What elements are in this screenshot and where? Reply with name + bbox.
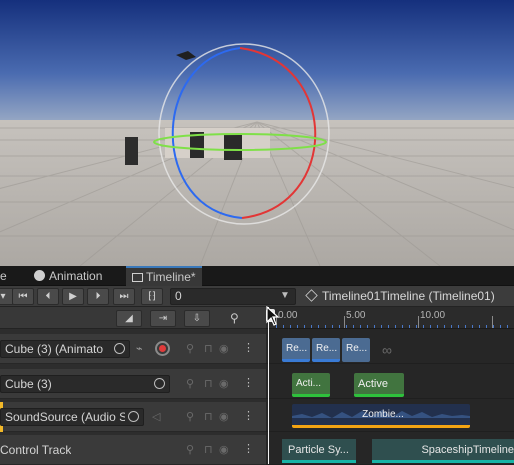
track-binding-field[interactable]: Cube (3) xyxy=(0,375,170,393)
control-clip[interactable]: Particle Sy... xyxy=(282,439,356,463)
scene-view[interactable] xyxy=(0,0,514,266)
track-name: SoundSource (Audio S xyxy=(5,410,125,424)
range-icon[interactable]: ⁅⁆ xyxy=(141,288,163,305)
clip-label: Re... xyxy=(316,343,338,354)
clip-label: Particle Sy... xyxy=(288,444,349,456)
scene-render xyxy=(0,0,514,266)
ripple-icon[interactable]: ⇩ xyxy=(184,310,210,327)
lock-icon[interactable]: ⊓ xyxy=(204,377,213,390)
mute-icon[interactable]: ◁ xyxy=(152,410,160,423)
audio-clip[interactable]: Zombie... xyxy=(292,404,470,428)
ruler-minor-ticks xyxy=(276,325,514,328)
eye-icon[interactable]: ◉ xyxy=(219,377,229,390)
object-picker-icon[interactable] xyxy=(154,378,165,389)
track-header-control[interactable]: Control Track ⚲ ⊓ ◉ ⋮ xyxy=(0,435,266,465)
track-name: Cube (3) (Animato xyxy=(5,342,104,356)
record-button[interactable] xyxy=(155,341,170,356)
more-icon[interactable]: ⋮ xyxy=(243,376,254,389)
clip-label: Acti... xyxy=(296,378,322,389)
asset-label: Timeline01Timeline (Timeline01) xyxy=(322,289,495,303)
clip-label: SpaceshipTimeline xyxy=(421,444,514,456)
object-picker-icon[interactable] xyxy=(128,411,139,422)
animation-clip[interactable]: Re... xyxy=(312,338,340,362)
tab-label: e xyxy=(0,269,7,283)
frame-value: 0 xyxy=(175,289,182,303)
pin-icon[interactable]: ⚲ xyxy=(186,410,194,423)
clip-label: Active xyxy=(358,378,388,390)
activation-clip[interactable]: Active xyxy=(354,373,404,397)
more-icon[interactable]: ⋮ xyxy=(243,409,254,422)
track-options-bar: ◢ ⇥ ⇩ ⚲ xyxy=(0,307,266,329)
timeline-asset-selector[interactable]: Timeline01Timeline (Timeline01) xyxy=(305,288,495,305)
eye-icon[interactable]: ◉ xyxy=(219,443,229,456)
tab-scene[interactable]: e xyxy=(0,266,7,286)
eye-icon[interactable]: ◉ xyxy=(219,342,229,355)
play-icon[interactable]: ▶ xyxy=(62,288,84,305)
clip-area[interactable]: Re... Re... Re... ∞ Acti... Active Zombi… xyxy=(266,329,514,465)
tab-label: Animation xyxy=(49,269,103,283)
track-binding-field[interactable]: SoundSource (Audio S xyxy=(0,408,144,426)
curves-icon[interactable]: ⌁ xyxy=(136,342,143,355)
frame-field[interactable]: 0 xyxy=(170,288,296,305)
eye-icon[interactable]: ◉ xyxy=(219,410,229,423)
tab-label: Timeline* xyxy=(146,270,196,284)
clip-label: Re... xyxy=(286,343,308,354)
ruler-label: 10.00 xyxy=(420,310,446,321)
first-frame-icon[interactable]: ⏮ xyxy=(12,288,34,305)
pin-icon[interactable]: ⚲ xyxy=(186,443,194,456)
track-name: Cube (3) xyxy=(5,377,52,391)
playhead-line[interactable] xyxy=(268,307,269,464)
editor-tab-bar: e Animation Timeline* xyxy=(0,266,514,286)
timeline-toolbar: ▾ ⏮ ⏴ ▶ ⏵ ⏭ ⁅⁆ 0 ▼ Timeline01Timeline (T… xyxy=(0,286,514,307)
track-row: Zombie... xyxy=(266,402,514,432)
chevron-down-icon[interactable]: ▼ xyxy=(280,290,290,301)
pin-icon[interactable]: ⚲ xyxy=(186,377,194,390)
clip-label: Re... xyxy=(346,343,368,354)
track-row: Particle Sy... SpaceshipTimeline xyxy=(266,435,514,465)
track-header-animation[interactable]: Cube (3) (Animato ⌁ ⚲ ⊓ ◉ ⋮ xyxy=(0,334,266,364)
infinite-icon: ∞ xyxy=(382,342,392,358)
pin-icon[interactable]: ⚲ xyxy=(186,342,194,355)
film-icon xyxy=(132,273,143,282)
ruler-label: 5.00 xyxy=(346,310,366,321)
next-frame-icon[interactable]: ⏵ xyxy=(87,288,109,305)
animation-clip[interactable]: Re... xyxy=(282,338,310,362)
object-picker-icon[interactable] xyxy=(114,343,125,354)
ease-icon[interactable]: ◢ xyxy=(116,310,142,327)
track-header-audio[interactable]: SoundSource (Audio S ◁ ⚲ ⊓ ◉ ⋮ xyxy=(0,402,266,432)
snap-icon[interactable]: ⇥ xyxy=(150,310,176,327)
tab-animation[interactable]: Animation xyxy=(34,266,102,286)
track-row: Re... Re... Re... ∞ xyxy=(266,334,514,364)
more-icon[interactable]: ⋮ xyxy=(243,442,254,455)
lock-icon[interactable]: ⊓ xyxy=(204,410,213,423)
prev-frame-icon[interactable]: ⏴ xyxy=(37,288,59,305)
clip-label: Zombie... xyxy=(362,409,404,420)
activation-clip[interactable]: Acti... xyxy=(292,373,330,397)
pin-icon[interactable]: ⚲ xyxy=(230,311,239,325)
lock-icon[interactable]: ⊓ xyxy=(204,342,213,355)
lock-icon[interactable]: ⊓ xyxy=(204,443,213,456)
control-clip[interactable]: SpaceshipTimeline xyxy=(372,439,514,463)
track-binding-field[interactable]: Cube (3) (Animato xyxy=(0,340,130,358)
clock-icon xyxy=(34,270,45,281)
last-frame-icon[interactable]: ⏭ xyxy=(113,288,135,305)
animation-clip[interactable]: Re... xyxy=(342,338,370,362)
more-icon[interactable]: ⋮ xyxy=(243,341,254,354)
track-header-activation[interactable]: Cube (3) ⚲ ⊓ ◉ ⋮ xyxy=(0,369,266,399)
track-row: Acti... Active xyxy=(266,369,514,399)
tab-timeline[interactable]: Timeline* xyxy=(126,266,202,286)
mouse-cursor-icon xyxy=(266,306,280,326)
track-name: Control Track xyxy=(0,443,72,457)
cube-icon xyxy=(305,289,318,302)
track-headers: Cube (3) (Animato ⌁ ⚲ ⊓ ◉ ⋮ Cube (3) ⚲ ⊓… xyxy=(0,329,266,465)
time-ruler[interactable]: 0.00 5.00 10.00 xyxy=(266,307,514,329)
